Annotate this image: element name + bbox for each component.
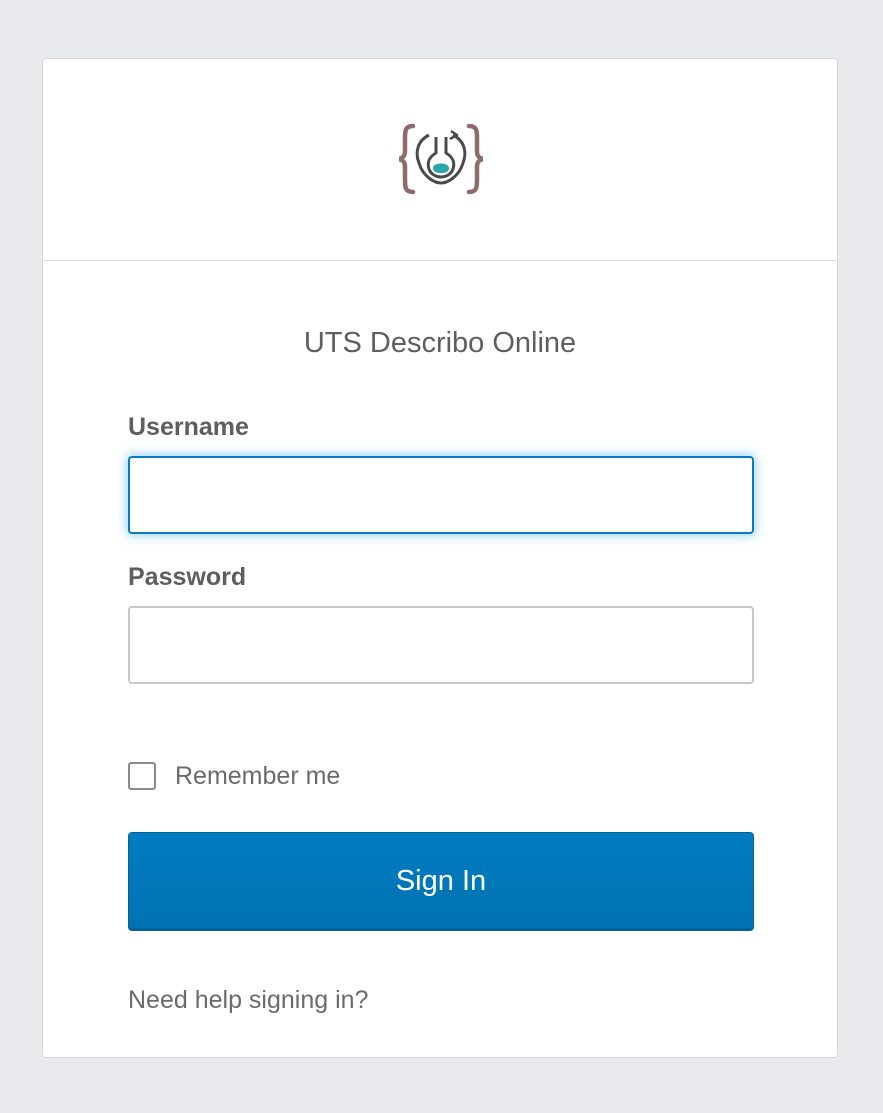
sign-in-button[interactable]: Sign In <box>128 832 754 931</box>
remember-me-checkbox[interactable] <box>128 762 156 790</box>
password-input[interactable] <box>128 606 754 684</box>
username-label: Username <box>128 413 249 441</box>
username-input[interactable] <box>128 456 754 534</box>
password-label: Password <box>128 563 247 591</box>
describo-logo-icon <box>399 123 483 195</box>
form-title: UTS Describo Online <box>303 327 577 359</box>
login-card: UTS Describo Online Username Password Re… <box>42 58 838 1058</box>
card-header <box>43 59 837 261</box>
help-signing-in-link[interactable]: Need help signing in? <box>128 986 368 1015</box>
remember-me-label[interactable]: Remember me <box>175 762 340 791</box>
remember-me-row: Remember me <box>128 760 340 792</box>
